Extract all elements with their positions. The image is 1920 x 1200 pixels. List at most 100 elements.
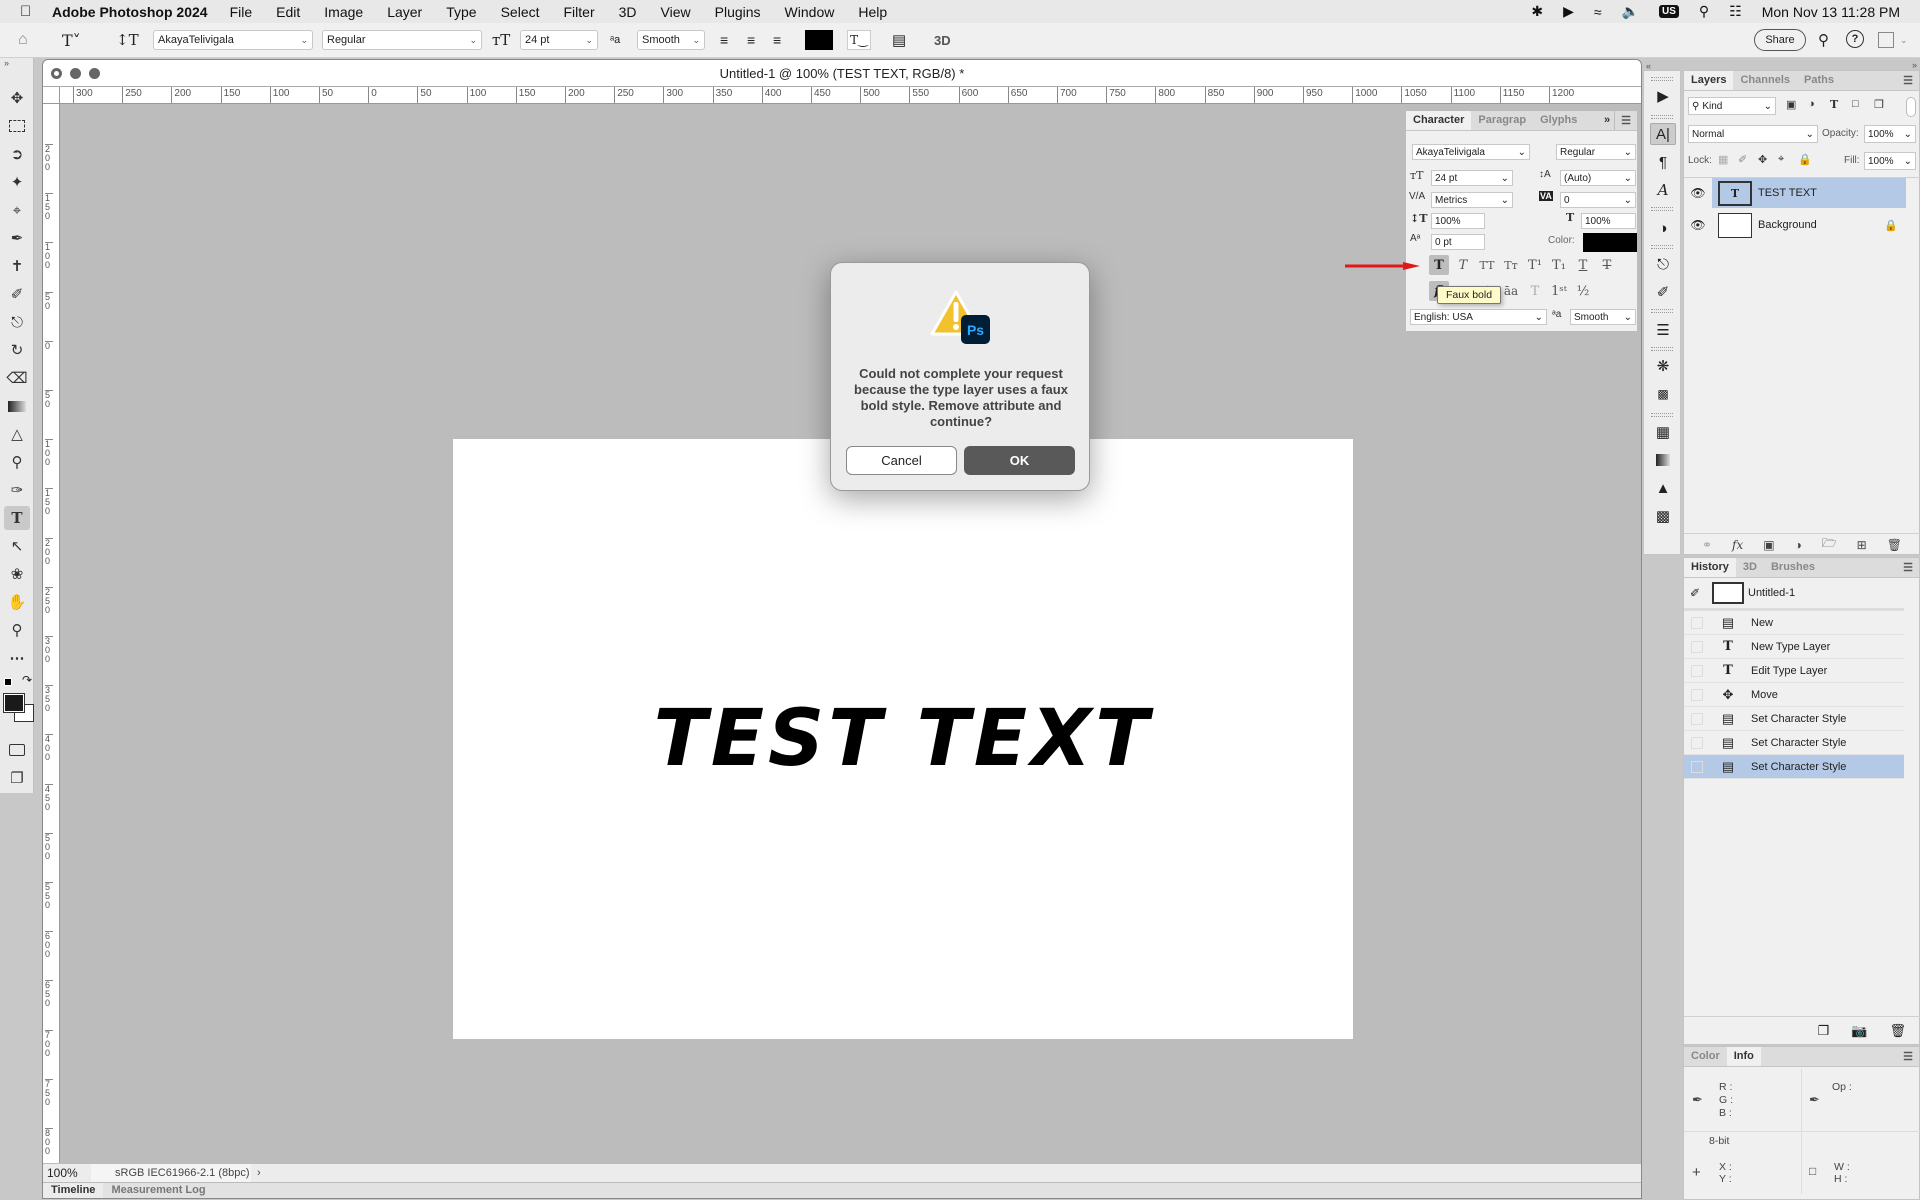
- blend-mode-select[interactable]: Normal ⌄: [1688, 125, 1818, 143]
- warp-text-icon[interactable]: T‿: [847, 30, 871, 50]
- ruler-origin[interactable]: [43, 87, 60, 104]
- history-item[interactable]: T New Type Layer: [1684, 635, 1904, 659]
- menu-edit[interactable]: Edit: [276, 4, 300, 20]
- type-tool-icon[interactable]: T: [4, 506, 30, 530]
- control-center-icon[interactable]: ☷: [1729, 3, 1742, 20]
- tab-paths[interactable]: Paths: [1797, 71, 1841, 90]
- layer-name[interactable]: TEST TEXT: [1758, 187, 1817, 199]
- tab-paragraph[interactable]: Paragrap: [1471, 111, 1533, 130]
- visibility-eye-icon[interactable]: 👁: [1684, 218, 1712, 232]
- clone-source-icon[interactable]: ⎋: [1650, 253, 1676, 275]
- marquee-tool-icon[interactable]: [4, 114, 30, 138]
- fx-icon[interactable]: fx: [1732, 538, 1743, 552]
- hand-tool-icon[interactable]: ✋: [4, 590, 30, 614]
- glyphs-panel-icon[interactable]: A: [1650, 179, 1676, 201]
- char-color-swatch[interactable]: [1583, 233, 1637, 252]
- zoom-level[interactable]: 100%: [43, 1166, 91, 1180]
- history-source-checkbox[interactable]: [1691, 664, 1703, 677]
- filter-type-icon[interactable]: T: [1830, 98, 1838, 111]
- ordinals-button[interactable]: 1ˢᵗ: [1549, 281, 1569, 301]
- font-style-select[interactable]: Regular ⌄: [322, 30, 482, 50]
- wifi-icon[interactable]: ≈: [1594, 4, 1602, 20]
- lock-all-icon[interactable]: 🔒: [1798, 153, 1812, 166]
- layer-filter-kind-select[interactable]: ⚲ Kind ⌄: [1688, 97, 1776, 115]
- toggle-text-orientation-icon[interactable]: ↕T: [116, 30, 139, 50]
- add-mask-icon[interactable]: ▣: [1763, 538, 1774, 552]
- menu-view[interactable]: View: [661, 4, 691, 20]
- share-button[interactable]: Share: [1754, 29, 1806, 51]
- bluetooth-icon[interactable]: ✱: [1531, 3, 1543, 20]
- eyedropper-icon[interactable]: ✒: [1692, 1092, 1703, 1108]
- tab-brushes[interactable]: Brushes: [1764, 558, 1822, 577]
- menu-image[interactable]: Image: [324, 4, 363, 20]
- history-item[interactable]: ▤ Set Character Style: [1684, 731, 1904, 755]
- eyedropper-icon[interactable]: ✒: [1809, 1092, 1820, 1108]
- workspace-icon[interactable]: [1878, 32, 1894, 48]
- screen-mode-icon[interactable]: ❐: [4, 766, 30, 790]
- layer-row-test-text[interactable]: 👁 T TEST TEXT: [1684, 178, 1906, 208]
- filter-toggle[interactable]: [1906, 97, 1916, 117]
- new-layer-icon[interactable]: ⊞: [1857, 538, 1867, 552]
- history-source-checkbox[interactable]: [1691, 616, 1703, 629]
- swap-colors-icon[interactable]: ↷: [22, 673, 32, 687]
- vertical-ruler[interactable]: 200 150 100 50 0 50 100 150 200 250 300 350 400 450 50…: [43, 104, 60, 1163]
- path-selection-tool-icon[interactable]: ↖: [4, 534, 30, 558]
- quick-mask-icon[interactable]: [4, 738, 30, 762]
- history-source-checkbox[interactable]: [1691, 688, 1703, 701]
- tab-glyphs[interactable]: Glyphs: [1533, 111, 1584, 130]
- chevron-down-icon[interactable]: ⌄: [1900, 30, 1908, 50]
- horizontal-ruler[interactable]: 300 250 200 150 100 50 0 50 100 150 200 250 300 350 40…: [60, 87, 1641, 104]
- lock-artboard-icon[interactable]: ⌖: [1778, 153, 1784, 166]
- collapse-panels-icon[interactable]: »: [1912, 60, 1917, 70]
- more-tools-icon[interactable]: ⋯: [4, 646, 30, 670]
- tab-3d[interactable]: 3D: [1736, 558, 1764, 577]
- panel-menu-icon[interactable]: ☰: [1897, 1047, 1919, 1066]
- char-font-style-select[interactable]: Regular ⌄: [1556, 144, 1636, 160]
- delete-layer-icon[interactable]: 🗑: [1887, 538, 1902, 552]
- apple-icon[interactable]: : [20, 3, 42, 20]
- crosshair-icon[interactable]: +: [1692, 1164, 1701, 1181]
- swatches-icon[interactable]: ▦: [1650, 421, 1676, 443]
- gradient-tool-icon[interactable]: [4, 394, 30, 418]
- char-kerning-select[interactable]: Metrics ⌄: [1431, 192, 1513, 208]
- eyedropper-tool-icon[interactable]: ✒: [4, 226, 30, 250]
- align-left-icon[interactable]: ≡: [720, 30, 728, 50]
- align-right-icon[interactable]: ≡: [773, 30, 781, 50]
- snapshot-camera-icon[interactable]: 📷: [1851, 1023, 1867, 1039]
- history-source-checkbox[interactable]: [1691, 640, 1703, 653]
- char-tracking-select[interactable]: 0 ⌄: [1560, 192, 1636, 208]
- shapes-icon[interactable]: ▲: [1650, 477, 1676, 499]
- history-item[interactable]: ✥ Move: [1684, 683, 1904, 707]
- tab-history[interactable]: History: [1684, 558, 1736, 577]
- expand-panel-icon[interactable]: »: [1600, 111, 1614, 130]
- history-item[interactable]: ▤ New: [1684, 611, 1904, 635]
- tab-measurement-log[interactable]: Measurement Log: [103, 1183, 213, 1198]
- close-window-button[interactable]: [51, 68, 62, 79]
- opacity-input[interactable]: 100% ⌄: [1864, 125, 1916, 143]
- histogram-icon[interactable]: ▩: [1650, 383, 1676, 405]
- language-select[interactable]: English: USA ⌄: [1410, 309, 1547, 325]
- volume-icon[interactable]: 🔈: [1622, 3, 1639, 20]
- search-icon[interactable]: ⚲: [1818, 30, 1829, 50]
- app-name-menu[interactable]: Adobe Photoshop 2024: [52, 4, 208, 20]
- layer-name[interactable]: Background: [1758, 219, 1817, 231]
- drag-handle[interactable]: [1651, 347, 1673, 351]
- minimize-window-button[interactable]: [70, 68, 81, 79]
- stamp-tool-icon[interactable]: ⎋: [4, 310, 30, 334]
- menu-type[interactable]: Type: [446, 4, 476, 20]
- lasso-tool-icon[interactable]: ➲: [4, 142, 30, 166]
- selection-size-icon[interactable]: □: [1809, 1164, 1816, 1178]
- underline-button[interactable]: T: [1573, 255, 1593, 275]
- lock-position-icon[interactable]: ✥: [1758, 153, 1767, 166]
- history-source-checkbox[interactable]: [1691, 736, 1703, 749]
- layer-row-background[interactable]: 👁 Background 🔒: [1684, 210, 1906, 240]
- titling-alternates-button[interactable]: T: [1525, 281, 1545, 301]
- align-center-icon[interactable]: ≡: [747, 30, 755, 50]
- menu-select[interactable]: Select: [501, 4, 540, 20]
- lock-transparent-icon[interactable]: ▦: [1718, 153, 1728, 166]
- menu-help[interactable]: Help: [858, 4, 887, 20]
- blur-tool-icon[interactable]: △: [4, 422, 30, 446]
- patterns-icon[interactable]: ▩: [1650, 505, 1676, 527]
- foreground-color-swatch[interactable]: [3, 693, 25, 713]
- drag-handle[interactable]: [1651, 77, 1673, 81]
